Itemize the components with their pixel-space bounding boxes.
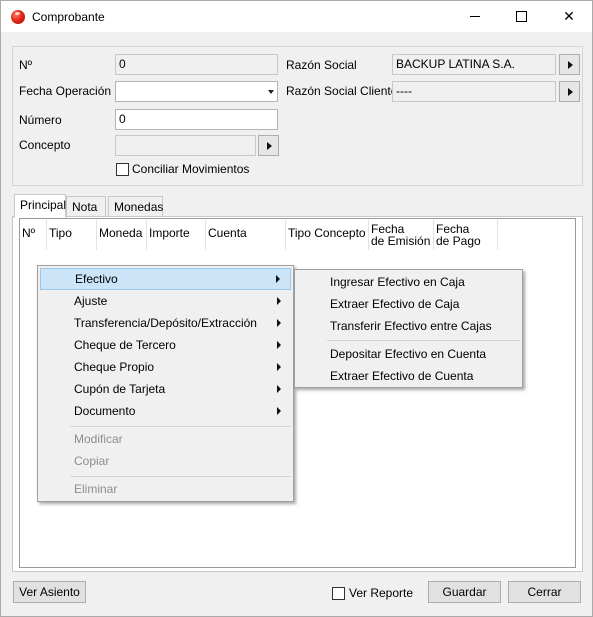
- ver-asiento-button[interactable]: Ver Asiento: [13, 581, 86, 603]
- razon-social-cliente-label: Razón Social Cliente: [286, 84, 398, 98]
- submenu-item-extraer-efectivo-caja[interactable]: Extraer Efectivo de Caja: [297, 293, 520, 315]
- numero-label: Nº: [19, 58, 33, 72]
- close-icon: ✕: [563, 8, 575, 24]
- close-button[interactable]: ✕: [546, 1, 592, 32]
- conciliar-checkbox[interactable]: [116, 163, 129, 176]
- submenu-arrow-icon: [277, 363, 281, 371]
- menu-item-label: Copiar: [74, 454, 110, 468]
- ver-reporte-label: Ver Reporte: [349, 586, 414, 600]
- submenu-item-label: Extraer Efectivo de Cuenta: [330, 369, 474, 383]
- maximize-button[interactable]: [498, 1, 544, 32]
- tab-principal[interactable]: Principal: [14, 194, 66, 218]
- numero-field[interactable]: 0: [115, 54, 278, 75]
- column-header-numero[interactable]: Nº: [20, 220, 47, 250]
- submenu-arrow-icon: [277, 407, 281, 415]
- menu-item-documento[interactable]: Documento: [40, 400, 291, 422]
- submenu-item-label: Depositar Efectivo en Cuenta: [330, 347, 487, 361]
- conciliar-label: Conciliar Movimientos: [132, 162, 250, 176]
- razon-social-cliente-select-button[interactable]: [559, 81, 580, 102]
- submenu-item-extraer-efectivo-cuenta[interactable]: Extraer Efectivo de Cuenta: [297, 365, 520, 387]
- submenu-arrow-icon: [277, 297, 281, 305]
- menu-item-ajuste[interactable]: Ajuste: [40, 290, 291, 312]
- menu-item-efectivo[interactable]: Efectivo: [40, 268, 291, 290]
- menu-separator: [70, 476, 291, 477]
- menu-item-label: Cheque Propio: [74, 360, 155, 374]
- submenu-arrow-icon: [276, 275, 280, 283]
- menu-separator: [70, 426, 291, 427]
- submenu-arrow-icon: [277, 385, 281, 393]
- tab-nota[interactable]: Nota: [66, 196, 106, 216]
- comprobante-window: Comprobante ✕ Nº 0 Fecha Operación Númer…: [0, 0, 593, 617]
- menu-item-modificar[interactable]: Modificar: [40, 428, 291, 450]
- column-header-importe[interactable]: Importe: [147, 220, 206, 250]
- razon-social-field[interactable]: BACKUP LATINA S.A.: [392, 54, 556, 75]
- context-menu: Efectivo Ajuste Transferencia/Depósito/E…: [37, 265, 294, 502]
- guardar-button[interactable]: Guardar: [428, 581, 501, 603]
- menu-item-label: Cupón de Tarjeta: [74, 382, 166, 396]
- column-header-fecha-pago[interactable]: Fecha de Pago: [434, 220, 498, 250]
- column-header-cuenta[interactable]: Cuenta: [206, 220, 286, 250]
- column-header-tipo-concepto[interactable]: Tipo Concepto: [286, 220, 369, 250]
- efectivo-submenu: Ingresar Efectivo en Caja Extraer Efecti…: [294, 269, 523, 388]
- menu-item-copiar[interactable]: Copiar: [40, 450, 291, 472]
- submenu-item-label: Ingresar Efectivo en Caja: [330, 275, 465, 289]
- submenu-item-label: Extraer Efectivo de Caja: [330, 297, 460, 311]
- fecha-operacion-label: Fecha Operación: [19, 84, 112, 98]
- concepto-label: Concepto: [19, 138, 71, 152]
- menu-item-label: Modificar: [74, 432, 123, 446]
- tab-monedas[interactable]: Monedas: [108, 196, 163, 216]
- column-header-fecha-emision[interactable]: Fecha de Emisión: [369, 220, 434, 250]
- submenu-item-depositar-efectivo[interactable]: Depositar Efectivo en Cuenta: [297, 343, 520, 365]
- menu-item-label: Ajuste: [74, 294, 108, 308]
- menu-item-cupon-tarjeta[interactable]: Cupón de Tarjeta: [40, 378, 291, 400]
- ver-reporte-checkbox[interactable]: [332, 587, 345, 600]
- menu-item-label: Efectivo: [75, 272, 118, 286]
- column-header-moneda[interactable]: Moneda: [97, 220, 147, 250]
- menu-item-label: Transferencia/Depósito/Extracción: [74, 316, 257, 330]
- column-header-tipo[interactable]: Tipo: [47, 220, 97, 250]
- submenu-item-label: Transferir Efectivo entre Cajas: [330, 319, 492, 333]
- numero2-label: Número: [19, 113, 62, 127]
- menu-item-label: Cheque de Tercero: [74, 338, 176, 352]
- razon-social-label: Razón Social: [286, 58, 357, 72]
- numero2-field[interactable]: 0: [115, 109, 278, 130]
- menu-item-transferencia[interactable]: Transferencia/Depósito/Extracción: [40, 312, 291, 334]
- fecha-operacion-combo[interactable]: [115, 81, 278, 102]
- title-bar[interactable]: Comprobante ✕: [1, 1, 592, 32]
- razon-social-select-button[interactable]: [559, 54, 580, 75]
- submenu-item-transferir-efectivo[interactable]: Transferir Efectivo entre Cajas: [297, 315, 520, 337]
- concepto-select-button[interactable]: [258, 135, 279, 156]
- submenu-separator: [327, 340, 520, 341]
- menu-item-cheque-propio[interactable]: Cheque Propio: [40, 356, 291, 378]
- submenu-arrow-icon: [277, 341, 281, 349]
- razon-social-cliente-field[interactable]: ----: [392, 81, 556, 102]
- window-title: Comprobante: [32, 10, 105, 24]
- menu-item-label: Eliminar: [74, 482, 118, 496]
- app-icon: [11, 10, 25, 24]
- concepto-field[interactable]: [115, 135, 256, 156]
- menu-item-label: Documento: [74, 404, 136, 418]
- menu-item-cheque-tercero[interactable]: Cheque de Tercero: [40, 334, 291, 356]
- submenu-item-ingresar-efectivo[interactable]: Ingresar Efectivo en Caja: [297, 271, 520, 293]
- chevron-down-icon[interactable]: [268, 90, 274, 94]
- cerrar-button[interactable]: Cerrar: [508, 581, 581, 603]
- menu-item-eliminar[interactable]: Eliminar: [40, 478, 291, 500]
- minimize-button[interactable]: [452, 1, 498, 32]
- submenu-arrow-icon: [277, 319, 281, 327]
